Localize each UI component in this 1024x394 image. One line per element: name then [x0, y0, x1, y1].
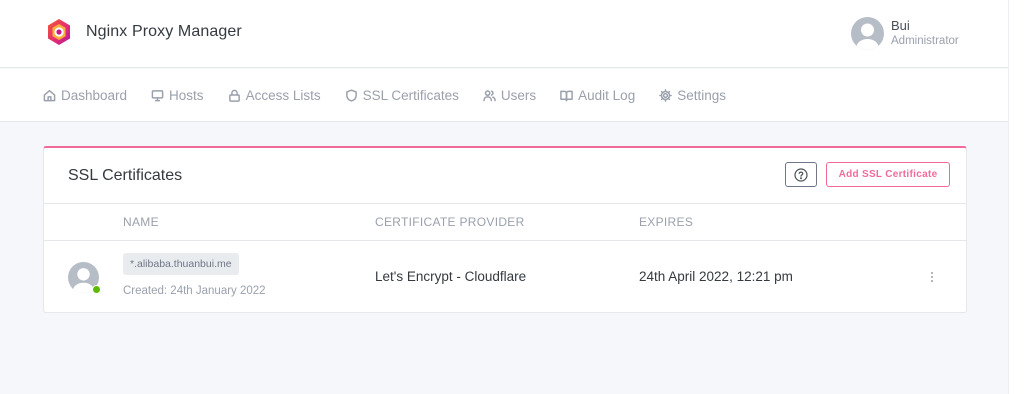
scrollbar[interactable]	[1008, 0, 1024, 394]
nav-item-users[interactable]: Users	[483, 88, 536, 103]
column-header-expires[interactable]: EXPIRES	[639, 215, 693, 229]
book-icon	[560, 90, 573, 102]
card-header: SSL Certificates Add SSL Certificate	[44, 148, 966, 204]
nav-item-dashboard[interactable]: Dashboard	[43, 88, 127, 103]
users-icon	[483, 90, 496, 102]
help-button[interactable]	[785, 162, 817, 187]
column-header-name[interactable]: NAME	[123, 215, 159, 229]
user-name: Bui	[891, 18, 910, 33]
monitor-icon	[151, 90, 164, 102]
brand[interactable]: Nginx Proxy Manager	[45, 18, 242, 46]
avatar-icon	[851, 17, 884, 50]
domain-tag: *.alibaba.thuanbui.me	[123, 253, 239, 275]
user-role: Administrator	[891, 35, 959, 47]
user-menu[interactable]: Bui Administrator	[851, 17, 959, 50]
table-header: NAME CERTIFICATE PROVIDER EXPIRES	[44, 204, 966, 241]
card-title: SSL Certificates	[68, 167, 183, 184]
ssl-certificates-card: SSL Certificates Add SSL Certificate NAM…	[43, 146, 967, 313]
nav-label: Audit Log	[578, 88, 636, 103]
help-circle-icon	[794, 167, 808, 182]
row-actions-menu-icon[interactable]	[926, 268, 938, 286]
nav-label: Hosts	[169, 88, 204, 103]
shield-icon	[345, 89, 357, 102]
status-online-indicator	[92, 285, 101, 294]
nginx-proxy-manager-logo-icon	[48, 19, 70, 45]
main-nav: Dashboard Hosts Access Lists SSL Certifi…	[0, 69, 1008, 122]
nav-item-hosts[interactable]: Hosts	[151, 88, 204, 103]
certificate-provider: Let's Encrypt - Cloudflare	[375, 269, 527, 284]
app-title: Nginx Proxy Manager	[86, 23, 242, 40]
nav-label: SSL Certificates	[362, 88, 459, 103]
nav-item-settings[interactable]: Settings	[659, 88, 726, 103]
created-date: Created: 24th January 2022	[123, 285, 266, 297]
expiry-date: 24th April 2022, 12:21 pm	[639, 269, 793, 284]
column-header-provider[interactable]: CERTIFICATE PROVIDER	[375, 215, 525, 229]
nav-item-access-lists[interactable]: Access Lists	[228, 88, 321, 103]
gear-icon	[659, 89, 673, 102]
lock-icon	[228, 89, 240, 102]
nav-label: Dashboard	[61, 88, 128, 103]
nav-label: Users	[500, 88, 537, 103]
table-row[interactable]: *.alibaba.thuanbui.me Created: 24th Janu…	[44, 241, 966, 313]
user-info: Bui Administrator	[891, 18, 959, 50]
nav-item-audit-log[interactable]: Audit Log	[560, 88, 635, 103]
add-ssl-certificate-button[interactable]: Add SSL Certificate	[826, 162, 950, 187]
home-icon	[43, 89, 56, 102]
top-header: Nginx Proxy Manager Bui Administrator	[0, 0, 1008, 68]
nav-label: Access Lists	[245, 88, 321, 103]
nav-label: Settings	[677, 88, 726, 103]
nav-item-ssl-certificates[interactable]: SSL Certificates	[345, 88, 459, 103]
